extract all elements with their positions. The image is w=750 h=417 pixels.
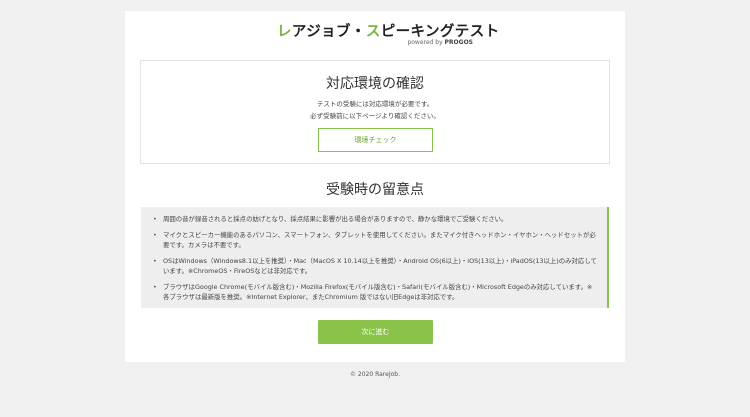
copyright-footer: © 2020 RareJob. (350, 371, 400, 378)
note-item: OSはWindows（Windows8.1以上を推奨）・Mac（MacOS X … (151, 256, 597, 277)
note-item: 周囲の音が録音されると採点の妨げとなり、採点結果に影響が出る場合がありますので、… (151, 214, 597, 225)
environment-check-panel: 対応環境の確認 テストの受験には対応環境が必要です。 必ず受験前に以下ページより… (140, 60, 610, 164)
environment-description: テストの受験には対応環境が必要です。 必ず受験前に以下ページより確認ください。 (310, 100, 440, 120)
notes-scroll-panel[interactable]: 周囲の音が録音されると採点の妨げとなり、採点結果に影響が出る場合がありますので、… (141, 207, 609, 308)
logo-title: レアジョブ・スピーキングテスト (277, 24, 500, 40)
note-item: マイクとスピーカー機能のあるパソコン、スマートフォン、タブレットを使用してくださ… (151, 230, 597, 251)
next-button[interactable]: 次に進む (318, 320, 433, 344)
environment-title: 対応環境の確認 (326, 76, 424, 92)
powered-by-text: powered by PROGOS (407, 39, 473, 46)
app-logo: レアジョブ・スピーキングテスト powered by PROGOS (277, 20, 499, 50)
note-item: ブラウザはGoogle Chrome(モバイル版含む)・Mozilla Fire… (151, 282, 597, 303)
environment-check-button[interactable]: 環境チェック (318, 128, 433, 152)
notes-title: 受験時の留意点 (326, 182, 424, 198)
